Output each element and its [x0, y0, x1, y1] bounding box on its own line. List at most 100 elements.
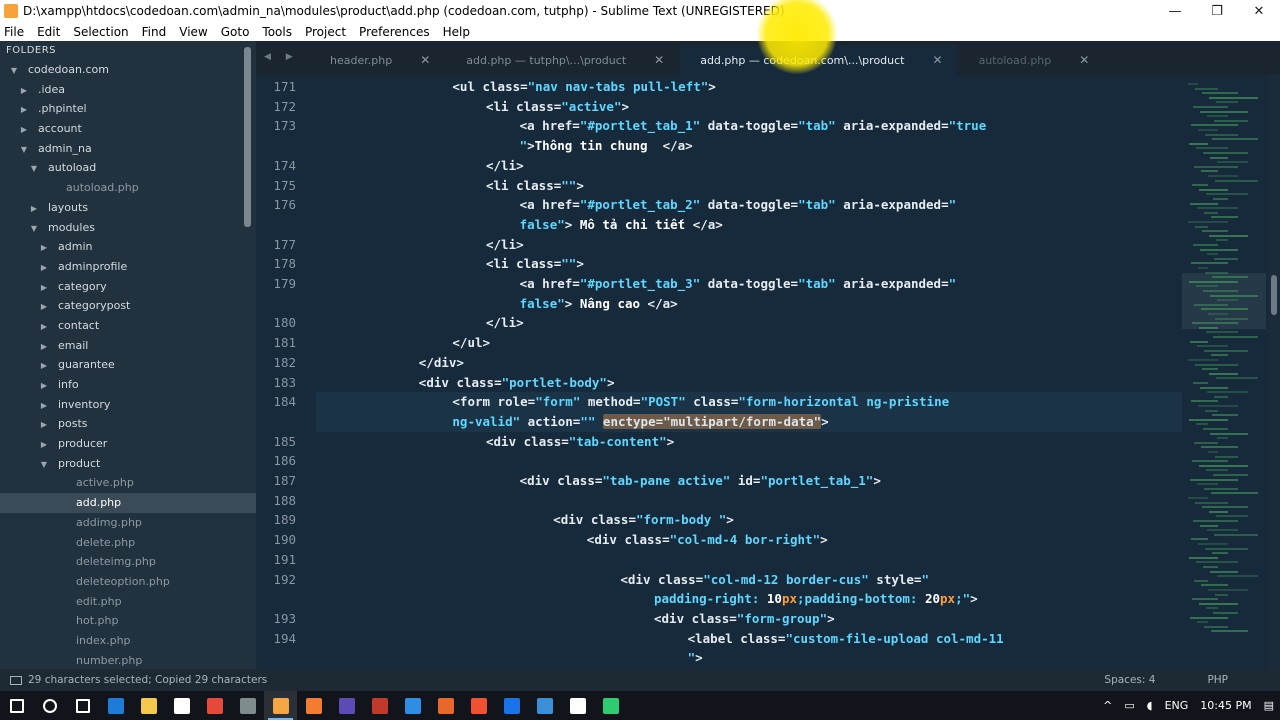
filezilla-icon[interactable]: [363, 691, 396, 720]
code-line[interactable]: <div class="col-md-4 bor-right">: [587, 530, 828, 550]
notepad-icon[interactable]: [561, 691, 594, 720]
chevron-right-icon[interactable]: ▶: [38, 297, 50, 317]
file-item[interactable]: hot.php: [0, 611, 256, 631]
folder-item[interactable]: ▶ categorypost: [0, 296, 256, 316]
panel-toggle-icon[interactable]: [10, 675, 22, 685]
code-line[interactable]: <div class="form-body ">: [553, 510, 734, 530]
tab-close-icon[interactable]: ✕: [654, 53, 664, 67]
code-line[interactable]: <label class="custom-file-upload col-md-…: [688, 629, 1004, 649]
chevron-right-icon[interactable]: ▶: [38, 337, 50, 357]
minimap[interactable]: [1182, 75, 1266, 669]
sublime-text-icon[interactable]: [264, 691, 297, 720]
editor-tab[interactable]: add.php — codedoan.com\...\product ✕: [680, 45, 957, 75]
folder-item[interactable]: ▶ inventory: [0, 395, 256, 415]
chevron-down-icon[interactable]: ▼: [18, 140, 30, 160]
folder-item[interactable]: ▼ autoload: [0, 158, 256, 178]
code-line[interactable]: <li class="active">: [486, 97, 629, 117]
editor-scrollbar[interactable]: [1268, 75, 1280, 669]
teamviewer-icon[interactable]: [495, 691, 528, 720]
editor-scrollbar-thumb[interactable]: [1271, 275, 1277, 315]
chevron-right-icon[interactable]: ▶: [18, 120, 30, 140]
code-line[interactable]: <form role="form" method="POST" class="f…: [452, 392, 949, 412]
tray-arrow-icon[interactable]: ^: [1103, 699, 1112, 712]
code-line[interactable]: <div class="portlet-body">: [419, 373, 615, 393]
code-line[interactable]: <li class="">: [486, 176, 584, 196]
code-area[interactable]: <ul class="nav nav-tabs pull-left"> <li c…: [316, 75, 1182, 669]
tab-nav-arrows[interactable]: ◀ ▶: [256, 41, 310, 75]
chevron-right-icon[interactable]: ▶: [38, 396, 50, 416]
code-line[interactable]: ng-valid" action="" enctype="multipart/f…: [452, 412, 829, 432]
file-item[interactable]: autoload.php: [0, 178, 256, 198]
code-line[interactable]: <a href="#portlet_tab_3" data-toggle="ta…: [520, 274, 957, 294]
network-icon[interactable]: ▭: [1124, 699, 1134, 712]
folder-item[interactable]: ▼ codedoan.com: [0, 60, 256, 80]
folder-item[interactable]: ▶ producer: [0, 434, 256, 454]
chevron-right-icon[interactable]: ▶: [38, 258, 50, 278]
notifications-icon[interactable]: ▤: [1264, 699, 1274, 712]
code-line[interactable]: <a href="#portlet_tab_1" data-toggle="ta…: [520, 116, 987, 136]
chevron-right-icon[interactable]: ▶: [38, 415, 50, 435]
code-line[interactable]: </li>: [486, 156, 524, 176]
file-item[interactable]: number.php: [0, 651, 256, 669]
code-line[interactable]: </li>: [486, 313, 524, 333]
file-item[interactable]: addimg.php: [0, 513, 256, 533]
file-item[interactable]: add.php: [0, 493, 256, 513]
folder-item[interactable]: ▶ admin: [0, 237, 256, 257]
clock[interactable]: 10:45 PM: [1200, 699, 1251, 712]
chevron-right-icon[interactable]: ▶: [38, 238, 50, 258]
editor-tab[interactable]: autoload.php ✕: [959, 45, 1104, 75]
settings-icon[interactable]: [231, 691, 264, 720]
folder-item[interactable]: ▶ account: [0, 119, 256, 139]
tab-close-icon[interactable]: ✕: [420, 53, 430, 67]
chevron-right-icon[interactable]: ▶: [38, 435, 50, 455]
code-line[interactable]: <div class="tab-content">: [486, 432, 674, 452]
code-line[interactable]: <div class="col-md-12 border-cus" style=…: [620, 570, 929, 590]
store-icon[interactable]: [165, 691, 198, 720]
chevron-down-icon[interactable]: ▼: [38, 455, 50, 475]
folder-item[interactable]: ▼ admin_na: [0, 139, 256, 159]
file-explorer-icon[interactable]: [132, 691, 165, 720]
menu-edit[interactable]: Edit: [37, 25, 60, 39]
tab-close-icon[interactable]: ✕: [1079, 53, 1089, 67]
code-line[interactable]: ">: [688, 648, 703, 668]
folder-item[interactable]: ▶ category: [0, 277, 256, 297]
windows-start-icon[interactable]: [0, 691, 33, 720]
menu-help[interactable]: Help: [443, 25, 470, 39]
code-line[interactable]: <div class="form-group">: [654, 609, 835, 629]
code-line[interactable]: padding-right: 10px;padding-bottom: 20px…: [654, 589, 978, 609]
chrome-icon[interactable]: [198, 691, 231, 720]
menu-preferences[interactable]: Preferences: [359, 25, 430, 39]
menu-selection[interactable]: Selection: [73, 25, 128, 39]
code-line[interactable]: </ul>: [452, 333, 490, 353]
folder-item[interactable]: ▶ .idea: [0, 80, 256, 100]
minimize-button[interactable]: —: [1154, 4, 1196, 19]
tab-close-icon[interactable]: ✕: [933, 53, 943, 67]
chevron-right-icon[interactable]: ▶: [18, 81, 30, 101]
code-line[interactable]: <a href="#portlet_tab_2" data-toggle="ta…: [520, 195, 957, 215]
chevron-right-icon[interactable]: ▶: [38, 317, 50, 337]
menu-goto[interactable]: Goto: [221, 25, 250, 39]
folder-item[interactable]: ▶ info: [0, 375, 256, 395]
menu-view[interactable]: View: [179, 25, 207, 39]
edge-icon[interactable]: [99, 691, 132, 720]
sidebar-scrollbar[interactable]: [244, 47, 251, 227]
chevron-right-icon[interactable]: ▶: [38, 376, 50, 396]
chevron-right-icon[interactable]: ▶: [28, 199, 40, 219]
chevron-right-icon[interactable]: ▶: [38, 278, 50, 298]
editor-tab[interactable]: header.php ✕: [310, 45, 444, 75]
git-icon[interactable]: [462, 691, 495, 720]
close-window-button[interactable]: ✕: [1238, 4, 1280, 19]
folder-item[interactable]: ▶ email: [0, 336, 256, 356]
code-line[interactable]: <li class="">: [486, 254, 584, 274]
file-item[interactable]: deleteimg.php: [0, 552, 256, 572]
maximize-button[interactable]: ❐: [1196, 4, 1238, 19]
xampp-icon[interactable]: [297, 691, 330, 720]
code-line[interactable]: ">Thông tin chung </a>: [520, 136, 693, 156]
code-line[interactable]: false"> Nâng cao </a>: [520, 294, 678, 314]
chevron-right-icon[interactable]: ▶: [18, 100, 30, 120]
folder-item[interactable]: ▼ product: [0, 454, 256, 474]
folder-item[interactable]: ▶ layouts: [0, 198, 256, 218]
code-editor[interactable]: 171 172 173 174 175 176 177 178 179 180 181 182 183 1…: [256, 75, 1280, 669]
folder-item[interactable]: ▼ modules: [0, 218, 256, 238]
folder-item[interactable]: ▶ posts: [0, 414, 256, 434]
